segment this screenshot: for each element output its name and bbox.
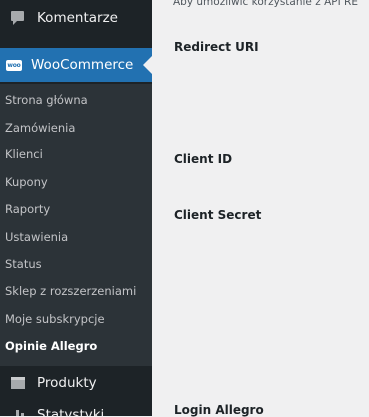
- comments-icon: [11, 11, 25, 25]
- submenu-item-customers[interactable]: Klienci: [5, 147, 43, 161]
- admin-sidebar: Komentarze woo WooCommerce Strona główna…: [0, 0, 152, 416]
- sidebar-item-woocommerce[interactable]: woo WooCommerce: [0, 48, 152, 82]
- submenu-item-status[interactable]: Status: [5, 257, 42, 271]
- woocommerce-icon: woo: [6, 59, 22, 71]
- client-id-label: Client ID: [174, 152, 233, 166]
- settings-description: Aby umożliwić korzystanie z API RE: [173, 0, 358, 8]
- settings-content: Aby umożliwić korzystanie z API RE Redir…: [152, 0, 369, 417]
- sidebar-item-stats[interactable]: Statystyki: [0, 398, 152, 416]
- sidebar-item-products[interactable]: Produkty: [0, 366, 152, 400]
- sidebar-item-label: Produkty: [37, 375, 97, 391]
- sidebar-item-comments[interactable]: Komentarze: [0, 1, 152, 35]
- submenu-item-home[interactable]: Strona główna: [5, 93, 88, 107]
- allegro-login-label: Login Allegro: [174, 403, 264, 417]
- sidebar-item-label: Statystyki: [37, 407, 105, 416]
- sidebar-item-label: WooCommerce: [31, 57, 134, 73]
- woocommerce-submenu: Strona główna Zamówienia Klienci Kupony …: [0, 84, 152, 366]
- submenu-item-allegro-reviews[interactable]: Opinie Allegro: [5, 339, 97, 353]
- redirect-uri-label: Redirect URI: [174, 40, 259, 54]
- submenu-item-coupons[interactable]: Kupony: [5, 175, 48, 189]
- submenu-item-reports[interactable]: Raporty: [5, 202, 50, 216]
- client-secret-label: Client Secret: [174, 208, 262, 222]
- submenu-item-subscriptions[interactable]: Moje subskrypcje: [5, 312, 105, 326]
- submenu-item-extensions[interactable]: Sklep z rozszerzeniami: [5, 284, 136, 298]
- stats-icon: [11, 408, 25, 416]
- sidebar-item-label: Komentarze: [37, 10, 118, 26]
- current-menu-arrow: [143, 56, 152, 74]
- products-icon: [11, 376, 25, 390]
- submenu-item-settings[interactable]: Ustawienia: [5, 230, 68, 244]
- submenu-item-orders[interactable]: Zamówienia: [5, 121, 75, 135]
